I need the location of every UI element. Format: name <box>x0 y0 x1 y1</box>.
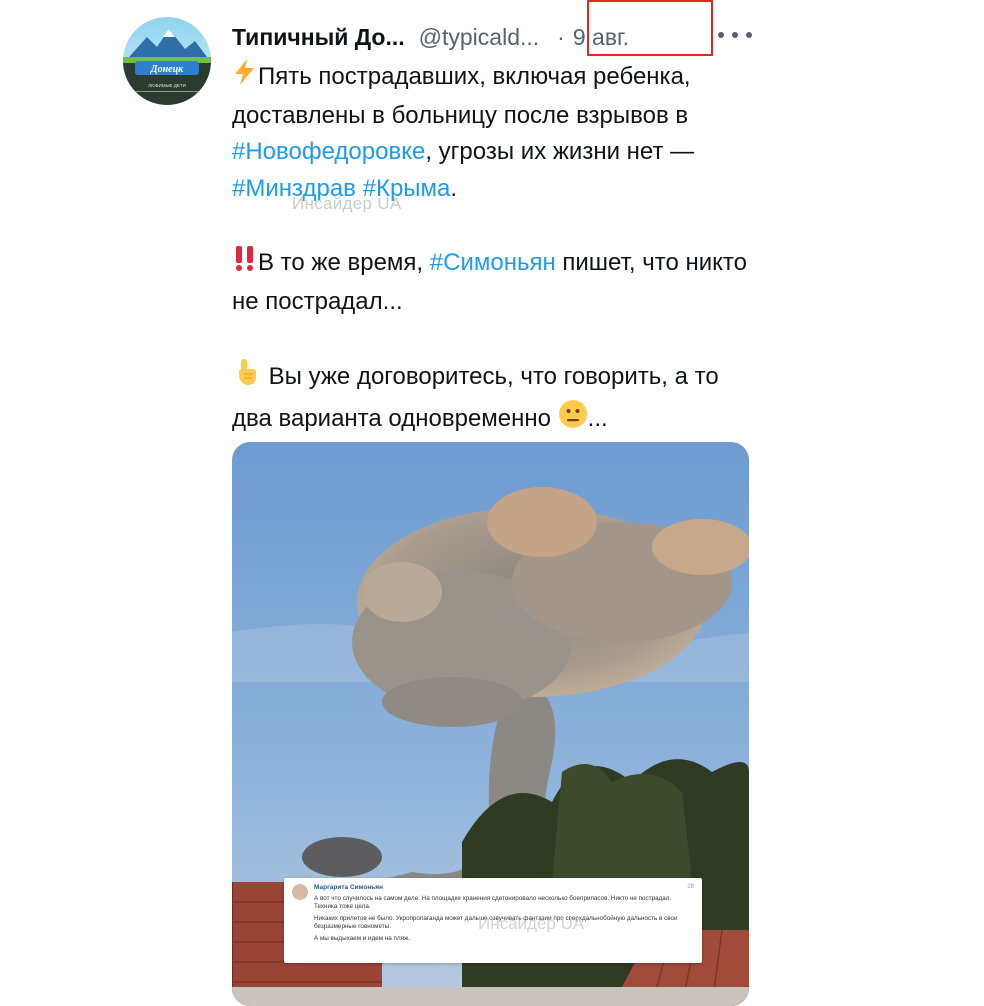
embedded-author: Маргарита Симоньян <box>314 884 383 891</box>
avatar-image: Донецк ЛЮБИМЫЕ ДЕТИ <box>123 17 211 105</box>
tweet-paragraph-3: Вы уже договоритесь, что говорить, а то … <box>232 357 752 440</box>
tweet-text-segment: Пять пострадавших, включая ребенка, дост… <box>232 63 691 129</box>
lightning-icon <box>232 58 258 98</box>
hashtag-novofedorovka[interactable]: #Новофедоровке <box>232 138 425 165</box>
media-watermark: Инсайдер UA <box>478 914 585 933</box>
embedded-post-number: 28 <box>687 884 694 890</box>
hashtag-simonyan[interactable]: #Симоньян <box>430 249 556 276</box>
highlight-box <box>587 0 713 56</box>
tweet-text: Пять пострадавших, включая ребенка, дост… <box>232 58 752 440</box>
avatar-title: Донецк <box>150 64 184 75</box>
separator-dot: · <box>557 23 565 50</box>
neutral-face-icon <box>558 399 588 441</box>
author-name[interactable]: Типичный До... <box>232 24 405 51</box>
tweet-text-segment: . <box>450 174 458 202</box>
avatar[interactable]: Донецк ЛЮБИМЫЕ ДЕТИ <box>123 17 211 105</box>
tweet-paragraph-2: В то же время, #Симоньян пишет, что никт… <box>232 244 752 320</box>
tweet-header: Типичный До... @typicald... · 9 авг. <box>232 22 629 52</box>
more-icon[interactable] <box>718 25 752 45</box>
tweet-text-segment: ... <box>587 404 608 432</box>
tweet-text-segment: В то же время, <box>258 249 430 277</box>
author-handle[interactable]: @typicald... <box>419 24 540 51</box>
watermark: Инсайдер UA <box>292 194 402 213</box>
tweet-media-image[interactable]: 28 Маргарита Симоньян А вот что случилос… <box>232 442 749 1006</box>
tweet-text-segment: Вы уже договоритесь, что говорить, а то … <box>232 363 719 432</box>
pointing-up-icon <box>232 357 262 399</box>
embedded-avatar <box>292 884 308 900</box>
avatar-subtitle: ЛЮБИМЫЕ ДЕТИ <box>148 83 186 88</box>
tweet-text-segment: , угрозы их жизни нет — <box>425 138 695 165</box>
double-exclamation-icon <box>232 244 258 284</box>
embedded-line-1: А вот что случилось на самом деле. На пл… <box>314 894 672 911</box>
tweet-paragraph-1: Пять пострадавших, включая ребенка, дост… <box>232 58 752 207</box>
embedded-line-3: А мы выдыхаем и идем на пляж. <box>314 934 411 942</box>
